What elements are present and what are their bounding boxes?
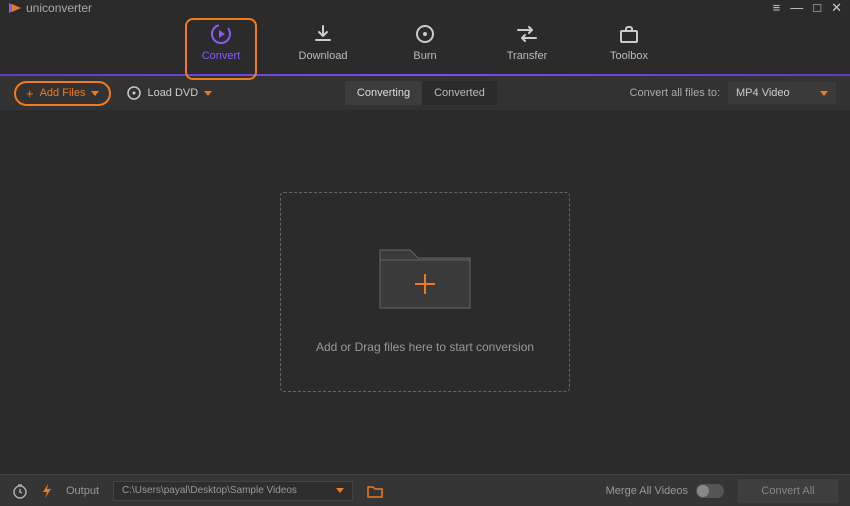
app-brand: uniconverter [8, 1, 92, 15]
app-title: uniconverter [26, 1, 92, 15]
output-format-value: MP4 Video [736, 87, 790, 99]
toolbar: + Add Files Load DVD Converting Converte… [0, 76, 850, 110]
app-logo-icon [8, 2, 22, 14]
output-format-dropdown[interactable]: MP4 Video [728, 82, 836, 104]
nav-label: Toolbox [610, 50, 648, 62]
timer-icon[interactable] [12, 483, 28, 499]
convert-all-button[interactable]: Convert All [738, 479, 838, 503]
transfer-icon [513, 22, 541, 46]
nav-download[interactable]: Download [290, 22, 356, 74]
merge-label: Merge All Videos [606, 485, 688, 497]
load-dvd-label: Load DVD [147, 87, 198, 99]
workspace: Add or Drag files here to start conversi… [0, 110, 850, 474]
minimize-icon[interactable]: — [790, 0, 803, 16]
nav-label: Transfer [507, 50, 548, 62]
nav-label: Download [299, 50, 348, 62]
dvd-icon [127, 86, 141, 100]
chevron-down-icon [91, 91, 99, 96]
folder-add-icon [370, 230, 480, 320]
dropzone-text: Add or Drag files here to start conversi… [316, 340, 534, 354]
convert-icon [207, 22, 235, 46]
window-controls: ≡ — □ ✕ [773, 0, 842, 16]
nav-toolbox[interactable]: Toolbox [596, 22, 662, 74]
tab-converting[interactable]: Converting [345, 81, 422, 105]
toolbox-icon [615, 22, 643, 46]
plus-icon: + [26, 86, 34, 101]
close-icon[interactable]: ✕ [831, 0, 842, 16]
maximize-icon[interactable]: □ [813, 0, 821, 16]
merge-toggle[interactable] [696, 484, 724, 498]
add-files-label: Add Files [40, 87, 86, 99]
nav-transfer[interactable]: Transfer [494, 22, 560, 74]
download-icon [309, 22, 337, 46]
burn-icon [411, 22, 439, 46]
converting-tabs: Converting Converted [345, 81, 497, 105]
folder-open-icon[interactable] [367, 484, 383, 498]
add-files-button[interactable]: + Add Files [14, 81, 111, 106]
titlebar: uniconverter ≡ — □ ✕ [0, 0, 850, 16]
nav-burn[interactable]: Burn [392, 22, 458, 74]
lightning-icon[interactable] [42, 483, 52, 499]
load-dvd-button[interactable]: Load DVD [127, 86, 212, 100]
output-path-field[interactable]: C:\Users\payal\Desktop\Sample Videos [113, 481, 353, 501]
footer: Output C:\Users\payal\Desktop\Sample Vid… [0, 474, 850, 506]
main-nav: Convert Download Burn Transfer Toolbox [0, 16, 850, 74]
nav-label: Burn [413, 50, 436, 62]
convert-all-label: Convert all files to: [630, 87, 720, 99]
output-path-value: C:\Users\payal\Desktop\Sample Videos [122, 485, 297, 496]
output-label: Output [66, 485, 99, 497]
convert-all-to: Convert all files to: MP4 Video [630, 82, 836, 104]
nav-label: Convert [202, 50, 241, 62]
chevron-down-icon [336, 488, 344, 493]
merge-videos: Merge All Videos [606, 484, 724, 498]
tab-converted[interactable]: Converted [422, 81, 497, 105]
nav-convert[interactable]: Convert [188, 22, 254, 74]
chevron-down-icon [204, 91, 212, 96]
menu-icon[interactable]: ≡ [773, 0, 781, 16]
chevron-down-icon [820, 91, 828, 96]
dropzone[interactable]: Add or Drag files here to start conversi… [280, 192, 570, 392]
